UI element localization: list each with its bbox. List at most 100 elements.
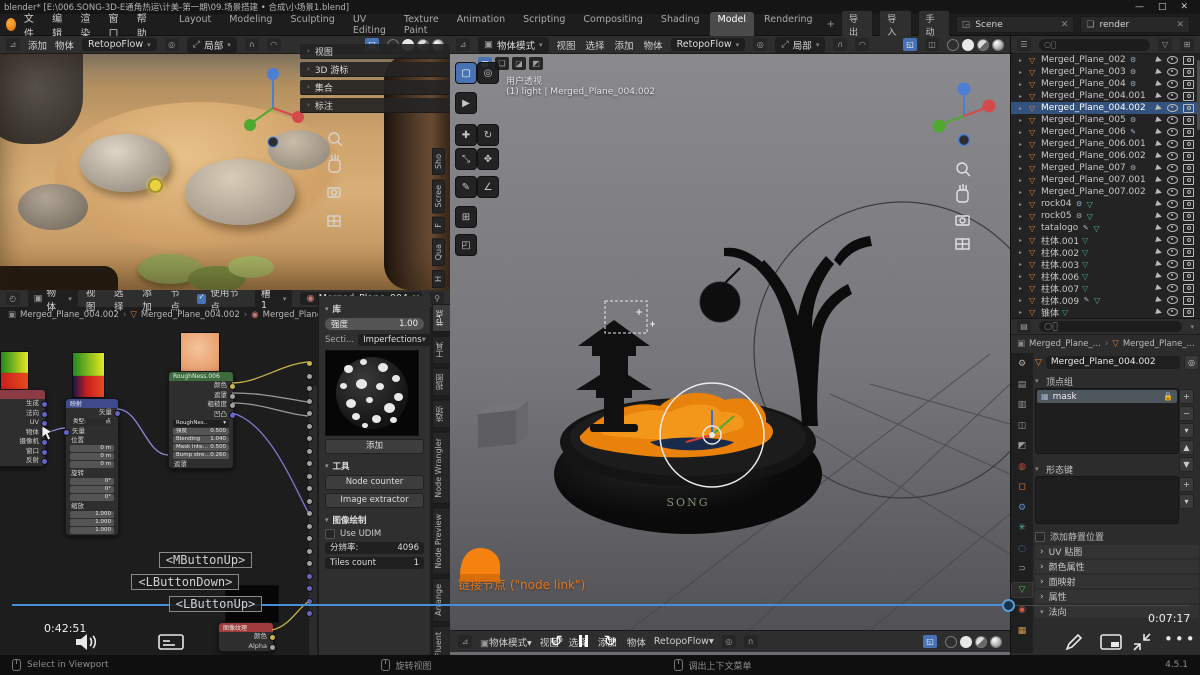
use-udim-checkbox[interactable]: Use UDIM bbox=[325, 529, 424, 539]
visibility-icon[interactable] bbox=[1167, 176, 1178, 184]
view-layer-selector[interactable]: ❏ render ✕ bbox=[1080, 16, 1190, 33]
viewport-xray-icon[interactable]: ◪ bbox=[512, 57, 526, 70]
visibility-icon[interactable] bbox=[1167, 272, 1178, 280]
visibility-icon[interactable] bbox=[1167, 92, 1178, 100]
rest-position-checkbox[interactable]: 添加静置位置 bbox=[1035, 530, 1199, 543]
editor-type-icon[interactable]: ⊿ bbox=[6, 38, 20, 51]
xray-toggle-icon[interactable]: ◫ bbox=[925, 38, 939, 51]
outliner-row[interactable]: ▸▽Merged_Plane_007⚙ bbox=[1011, 162, 1200, 174]
workspace-tab-Texture Paint[interactable]: Texture Paint bbox=[396, 12, 447, 38]
menu-视图[interactable]: 视图 bbox=[557, 38, 576, 52]
manual-button[interactable]: 手动 bbox=[918, 10, 950, 40]
outliner-row[interactable]: ▸▽Merged_Plane_004.002 bbox=[1011, 102, 1200, 114]
mesh-settings-icon[interactable]: ◎ bbox=[1184, 355, 1199, 370]
selectable-icon[interactable] bbox=[1155, 188, 1163, 196]
video-progress-remaining[interactable] bbox=[1014, 605, 1190, 606]
expand-icon[interactable]: ▸ bbox=[1019, 165, 1026, 172]
transform-pivot-icon[interactable]: ◎ bbox=[753, 38, 767, 51]
outliner-row[interactable]: ▸▽Merged_Plane_006.001 bbox=[1011, 138, 1200, 150]
properties-tab-modifiers[interactable]: ⚙ bbox=[1012, 501, 1032, 515]
node-counter-button[interactable]: Node counter bbox=[325, 475, 424, 490]
selectable-icon[interactable] bbox=[1155, 152, 1163, 160]
menu-渲染[interactable]: 渲染 bbox=[80, 10, 92, 40]
expand-icon[interactable]: ▸ bbox=[1019, 177, 1026, 184]
editor-type-icon[interactable]: ▤ bbox=[1017, 320, 1031, 333]
transform-pivot-icon[interactable]: ◎ bbox=[722, 635, 736, 648]
npanel-section-视图[interactable]: ›视图 bbox=[300, 44, 450, 59]
shape-keys-panel[interactable]: 形态键 bbox=[1046, 463, 1073, 476]
orientation-dropdown[interactable]: ⤢局部▾ bbox=[775, 37, 825, 53]
retopoflow-menu[interactable]: RetopoFlow▾ bbox=[654, 636, 714, 647]
subtitles-icon[interactable] bbox=[158, 634, 184, 652]
render-visibility-icon[interactable] bbox=[1183, 236, 1194, 245]
side-tab-F[interactable]: F bbox=[432, 217, 445, 234]
move-tool[interactable]: ✚ bbox=[455, 124, 477, 146]
npanel-section-集合[interactable]: ›集合 bbox=[300, 80, 450, 95]
expand-icon[interactable]: ▸ bbox=[1019, 225, 1026, 232]
selectable-icon[interactable] bbox=[1155, 56, 1163, 64]
pause-button[interactable] bbox=[579, 635, 588, 647]
outliner-row[interactable]: ▸▽Merged_Plane_005⚙ bbox=[1011, 114, 1200, 126]
lock-icon[interactable]: 🔒 bbox=[1163, 392, 1173, 401]
expand-icon[interactable]: ▸ bbox=[1019, 297, 1026, 304]
add-shape-key-button[interactable]: + bbox=[1179, 477, 1194, 492]
render-visibility-icon[interactable] bbox=[1183, 224, 1194, 233]
outliner-row[interactable]: ▸▽Merged_Plane_002⚙ bbox=[1011, 54, 1200, 66]
selectable-icon[interactable] bbox=[1155, 284, 1163, 292]
workspace-tab-Scripting[interactable]: Scripting bbox=[515, 12, 573, 38]
box-select-tool[interactable]: ▢ bbox=[455, 62, 477, 84]
rotate-tool[interactable]: ↻ bbox=[477, 124, 499, 146]
side-tab-Sho[interactable]: Sho bbox=[432, 148, 445, 175]
menu-帮助[interactable]: 帮助 bbox=[137, 10, 149, 40]
selectable-icon[interactable] bbox=[1155, 92, 1163, 100]
render-visibility-icon[interactable] bbox=[1183, 212, 1194, 221]
view-layer-unlink-icon[interactable]: ✕ bbox=[1176, 20, 1184, 30]
workspace-tab-Compositing[interactable]: Compositing bbox=[575, 12, 651, 38]
expand-icon[interactable]: ▸ bbox=[1019, 117, 1026, 124]
section-dropdown[interactable]: Imperfections▾ bbox=[358, 334, 431, 346]
expand-icon[interactable]: ▸ bbox=[1019, 105, 1026, 112]
workspace-tab-Shading[interactable]: Shading bbox=[653, 12, 708, 38]
pip-icon[interactable] bbox=[1100, 634, 1122, 650]
expand-icon[interactable]: ▸ bbox=[1019, 237, 1026, 244]
expand-icon[interactable]: ▸ bbox=[1019, 261, 1026, 268]
side-tab-Arrange[interactable]: Arrange bbox=[432, 578, 450, 622]
visibility-icon[interactable] bbox=[1167, 116, 1178, 124]
expand-icon[interactable]: ▸ bbox=[1019, 273, 1026, 280]
render-visibility-icon[interactable] bbox=[1183, 260, 1194, 269]
outliner-row[interactable]: ▸▽Merged_Plane_006.002 bbox=[1011, 150, 1200, 162]
vertex-group-specials-button[interactable]: ▾ bbox=[1179, 423, 1194, 438]
selectable-icon[interactable] bbox=[1155, 308, 1163, 316]
render-visibility-icon[interactable] bbox=[1183, 104, 1194, 113]
workspace-tab-Model[interactable]: Model bbox=[710, 12, 755, 38]
editor-type-icon[interactable]: ⊿ bbox=[458, 635, 472, 648]
cursor-tool[interactable]: ▶ bbox=[455, 92, 477, 114]
outliner-row[interactable]: ▸▽Merged_Plane_004.001 bbox=[1011, 90, 1200, 102]
outliner-row[interactable]: ▸▽柱体.009✎▽ bbox=[1011, 294, 1200, 306]
resolution-field[interactable]: 分辨率:4096 bbox=[325, 542, 424, 554]
snap-magnet-icon[interactable]: ∩ bbox=[833, 38, 847, 51]
expand-icon[interactable]: ▸ bbox=[1019, 69, 1026, 76]
workspace-tab-Modeling[interactable]: Modeling bbox=[221, 12, 280, 38]
shape-key-specials-button[interactable]: ▾ bbox=[1179, 494, 1194, 509]
render-visibility-icon[interactable] bbox=[1183, 128, 1194, 137]
scale-tool[interactable]: ⤡ bbox=[455, 148, 477, 170]
render-visibility-icon[interactable] bbox=[1183, 188, 1194, 197]
import-button[interactable]: 导入 bbox=[879, 10, 911, 40]
overlay-toggle-icon[interactable]: ◱ bbox=[903, 38, 917, 51]
expand-icon[interactable]: ▸ bbox=[1019, 153, 1026, 160]
retopoflow-menu[interactable]: RetopoFlow▾ bbox=[671, 38, 746, 51]
main-3d-viewport[interactable]: ⊿ ▣物体模式▾ 视图选择添加物体 RetopoFlow▾ ◎ ⤢局部▾ ∩ ◠… bbox=[450, 36, 1010, 655]
visibility-icon[interactable] bbox=[1167, 248, 1178, 256]
visibility-icon[interactable] bbox=[1167, 104, 1178, 112]
render-visibility-icon[interactable] bbox=[1183, 152, 1194, 161]
side-tab-工具[interactable]: 工具 bbox=[432, 336, 450, 364]
outliner-row[interactable]: ▸▽Merged_Plane_007.001 bbox=[1011, 174, 1200, 186]
render-visibility-icon[interactable] bbox=[1183, 272, 1194, 281]
panel-面映射[interactable]: ›面映射 bbox=[1035, 575, 1199, 588]
expand-icon[interactable]: ▸ bbox=[1019, 141, 1026, 148]
filter-icon[interactable]: ▽ bbox=[1158, 38, 1172, 51]
expand-icon[interactable]: ▸ bbox=[1019, 189, 1026, 196]
slot-dropdown[interactable]: 槽 1▾ bbox=[255, 290, 292, 312]
visibility-icon[interactable] bbox=[1167, 164, 1178, 172]
